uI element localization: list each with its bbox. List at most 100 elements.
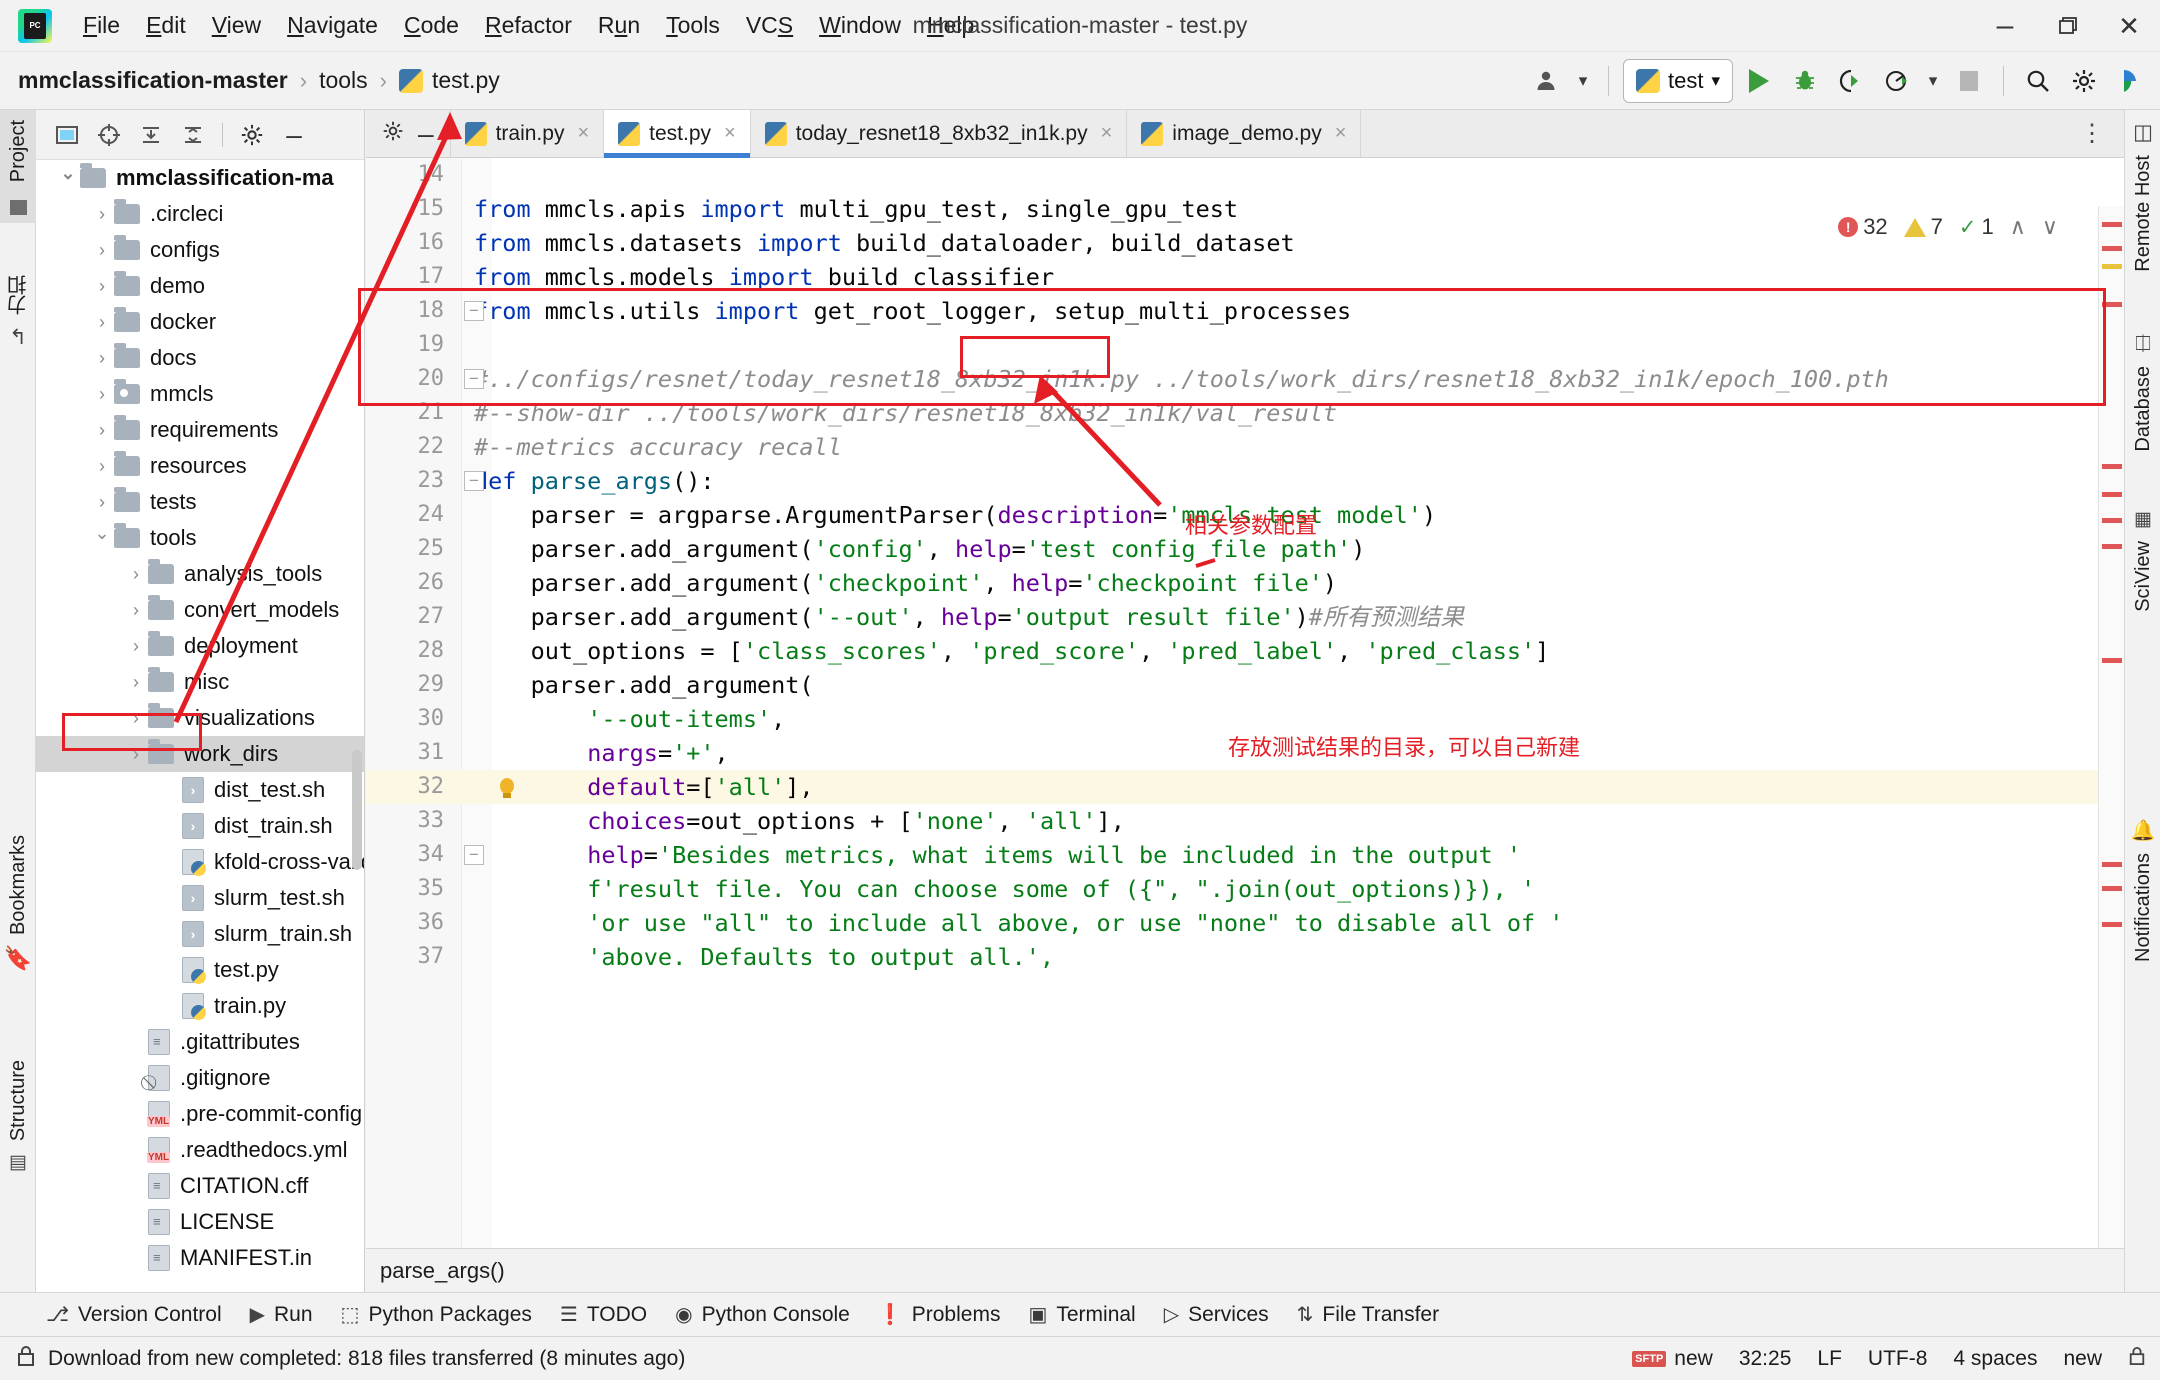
stop-button[interactable] [1949,61,1989,101]
code-line-34[interactable]: 34 help='Besides metrics, what items wil… [366,838,2124,872]
close-button[interactable]: ✕ [2098,0,2160,52]
tree-chevron-icon[interactable] [124,672,148,693]
tree-item-tests[interactable]: tests [36,484,364,520]
tree-item-dist-train-sh[interactable]: › dist_train.sh [36,808,364,844]
tree-chevron-icon[interactable] [56,168,80,189]
tree-chevron-icon[interactable] [124,744,148,765]
editor-tab-image-demo-py[interactable]: image_demo.py × [1127,110,1362,157]
indent-setting[interactable]: 4 spaces [1953,1347,2037,1371]
run-button[interactable] [1739,61,1779,101]
tree-item-analysis-tools[interactable]: analysis_tools [36,556,364,592]
code-fold-icon[interactable]: − [464,301,484,321]
tree-item-dist-test-sh[interactable]: › dist_test.sh [36,772,364,808]
tree-chevron-icon[interactable] [90,456,114,477]
tree-chevron-icon[interactable] [124,600,148,621]
tree-item-deployment[interactable]: deployment [36,628,364,664]
tool-window-version-control[interactable]: ⎇ Version Control [46,1302,222,1327]
tool-window-services[interactable]: ▷ Services [1164,1302,1269,1327]
profile-caret[interactable]: ▾ [1923,61,1943,101]
editor-tab-close-icon[interactable]: × [724,122,736,145]
tree-chevron-icon[interactable] [124,564,148,585]
editor-tab-close-icon[interactable]: × [577,122,589,145]
editor-bottom-breadcrumb[interactable]: parse_args() [366,1248,2124,1292]
tool-window-python-packages[interactable]: ⬚ Python Packages [341,1302,532,1327]
editor-settings-gear-icon[interactable] [382,120,404,147]
editor-more-options-icon[interactable]: ⋮ [2062,110,2124,157]
tree-item-resources[interactable]: resources [36,448,364,484]
user-icon[interactable] [1526,61,1566,101]
line-separator[interactable]: LF [1817,1347,1842,1371]
tree-item--gitattributes[interactable]: .gitattributes [36,1024,364,1060]
tree-chevron-icon[interactable] [124,636,148,657]
editor-tab-today-resnet18-8xb32-in1k-py[interactable]: today_resnet18_8xb32_in1k.py × [751,110,1128,157]
expand-all-icon[interactable] [132,116,170,154]
search-everywhere-icon[interactable] [2018,61,2058,101]
sftp-indicator[interactable]: SFTP new [1632,1347,1713,1371]
tree-chevron-icon[interactable] [90,420,114,441]
file-encoding[interactable]: UTF-8 [1868,1347,1928,1371]
tree-item-docker[interactable]: docker [36,304,364,340]
menu-file[interactable]: File [70,8,133,43]
tree-chevron-icon[interactable] [90,276,114,297]
menu-run[interactable]: Run [585,8,653,43]
tree-item-convert-models[interactable]: convert_models [36,592,364,628]
editor-marker-bar[interactable] [2098,206,2124,1292]
breadcrumb-tools[interactable]: tools [319,67,368,94]
code-line-23[interactable]: 23 def parse_args(): [366,464,2124,498]
run-configuration-selector[interactable]: test ▾ [1622,58,1733,103]
tree-chevron-icon[interactable] [90,384,114,405]
editor-tab-close-icon[interactable]: × [1101,122,1113,145]
tree-chevron-icon[interactable] [90,528,114,549]
sidebar-tab-database[interactable]: ⎅ Database [2125,325,2160,462]
hide-panel-icon[interactable]: – [275,116,313,154]
tree-chevron-icon[interactable] [90,312,114,333]
tree-chevron-icon[interactable] [90,240,114,261]
tool-window-todo[interactable]: ☰ TODO [560,1302,647,1327]
project-settings-gear-icon[interactable] [233,116,271,154]
code-line-37[interactable]: 37 'above. Defaults to output all.', [366,940,2124,974]
tool-window-terminal[interactable]: ▣ Terminal [1028,1302,1135,1327]
code-line-19[interactable]: 19 [366,328,2124,362]
menu-refactor[interactable]: Refactor [472,8,585,43]
tree-item-license[interactable]: LICENSE [36,1204,364,1240]
sidebar-tab-notifications[interactable]: 🔔 Notifications [2125,810,2160,972]
status-lock-icon[interactable] [2128,1346,2146,1372]
ok-count-badge[interactable]: ✓ 1 [1959,214,1994,240]
menu-navigate[interactable]: Navigate [274,8,391,43]
warning-count-badge[interactable]: 7 [1903,214,1943,240]
code-line-18[interactable]: 18 from mmcls.utils import get_root_logge… [366,294,2124,328]
code-fold-icon[interactable]: − [464,845,484,865]
tree-item-misc[interactable]: misc [36,664,364,700]
sidebar-tab-commit[interactable]: 力扣 ↰ [0,265,36,360]
prev-problem-icon[interactable]: ∧ [2010,214,2026,240]
code-lines[interactable]: 14 15 from mmcls.apis import multi_gpu_tes… [366,158,2124,1292]
error-count-badge[interactable]: ! 32 [1838,214,1888,240]
tree-item-slurm-train-sh[interactable]: › slurm_train.sh [36,916,364,952]
caret-position[interactable]: 32:25 [1739,1347,1792,1371]
select-opened-file-icon[interactable] [48,116,86,154]
tree-item-citation-cff[interactable]: CITATION.cff [36,1168,364,1204]
project-tree[interactable]: mmclassification-ma .circleci configs demo d… [36,160,364,1292]
settings-gear-icon[interactable] [2064,61,2104,101]
tree-item-mmcls[interactable]: mmcls [36,376,364,412]
run-with-coverage-button[interactable] [1831,61,1871,101]
tree-item-tools[interactable]: tools [36,520,364,556]
editor-tab-test-py[interactable]: test.py × [604,110,751,158]
breadcrumb-project[interactable]: mmclassification-master [18,67,288,94]
tree-item-slurm-test-sh[interactable]: › slurm_test.sh [36,880,364,916]
code-editor[interactable]: 14 15 from mmcls.apis import multi_gpu_tes… [366,158,2124,1292]
tree-item-visualizations[interactable]: visualizations [36,700,364,736]
next-problem-icon[interactable]: ∨ [2042,214,2058,240]
code-line-28[interactable]: 28 out_options = ['class_scores', 'pred_… [366,634,2124,668]
tree-chevron-icon[interactable] [124,708,148,729]
tree-item-docs[interactable]: docs [36,340,364,376]
code-line-27[interactable]: 27 parser.add_argument('--out', help='ou… [366,600,2124,634]
menu-edit[interactable]: Edit [133,8,199,43]
tree-item-train-py[interactable]: train.py [36,988,364,1024]
tree-item--pre-commit-config[interactable]: .pre-commit-config [36,1096,364,1132]
user-dropdown-caret[interactable]: ▾ [1572,61,1594,101]
tree-item-demo[interactable]: demo [36,268,364,304]
code-line-33[interactable]: 33 choices=out_options + ['none', 'all']… [366,804,2124,838]
tree-item-requirements[interactable]: requirements [36,412,364,448]
collapse-all-icon[interactable] [174,116,212,154]
